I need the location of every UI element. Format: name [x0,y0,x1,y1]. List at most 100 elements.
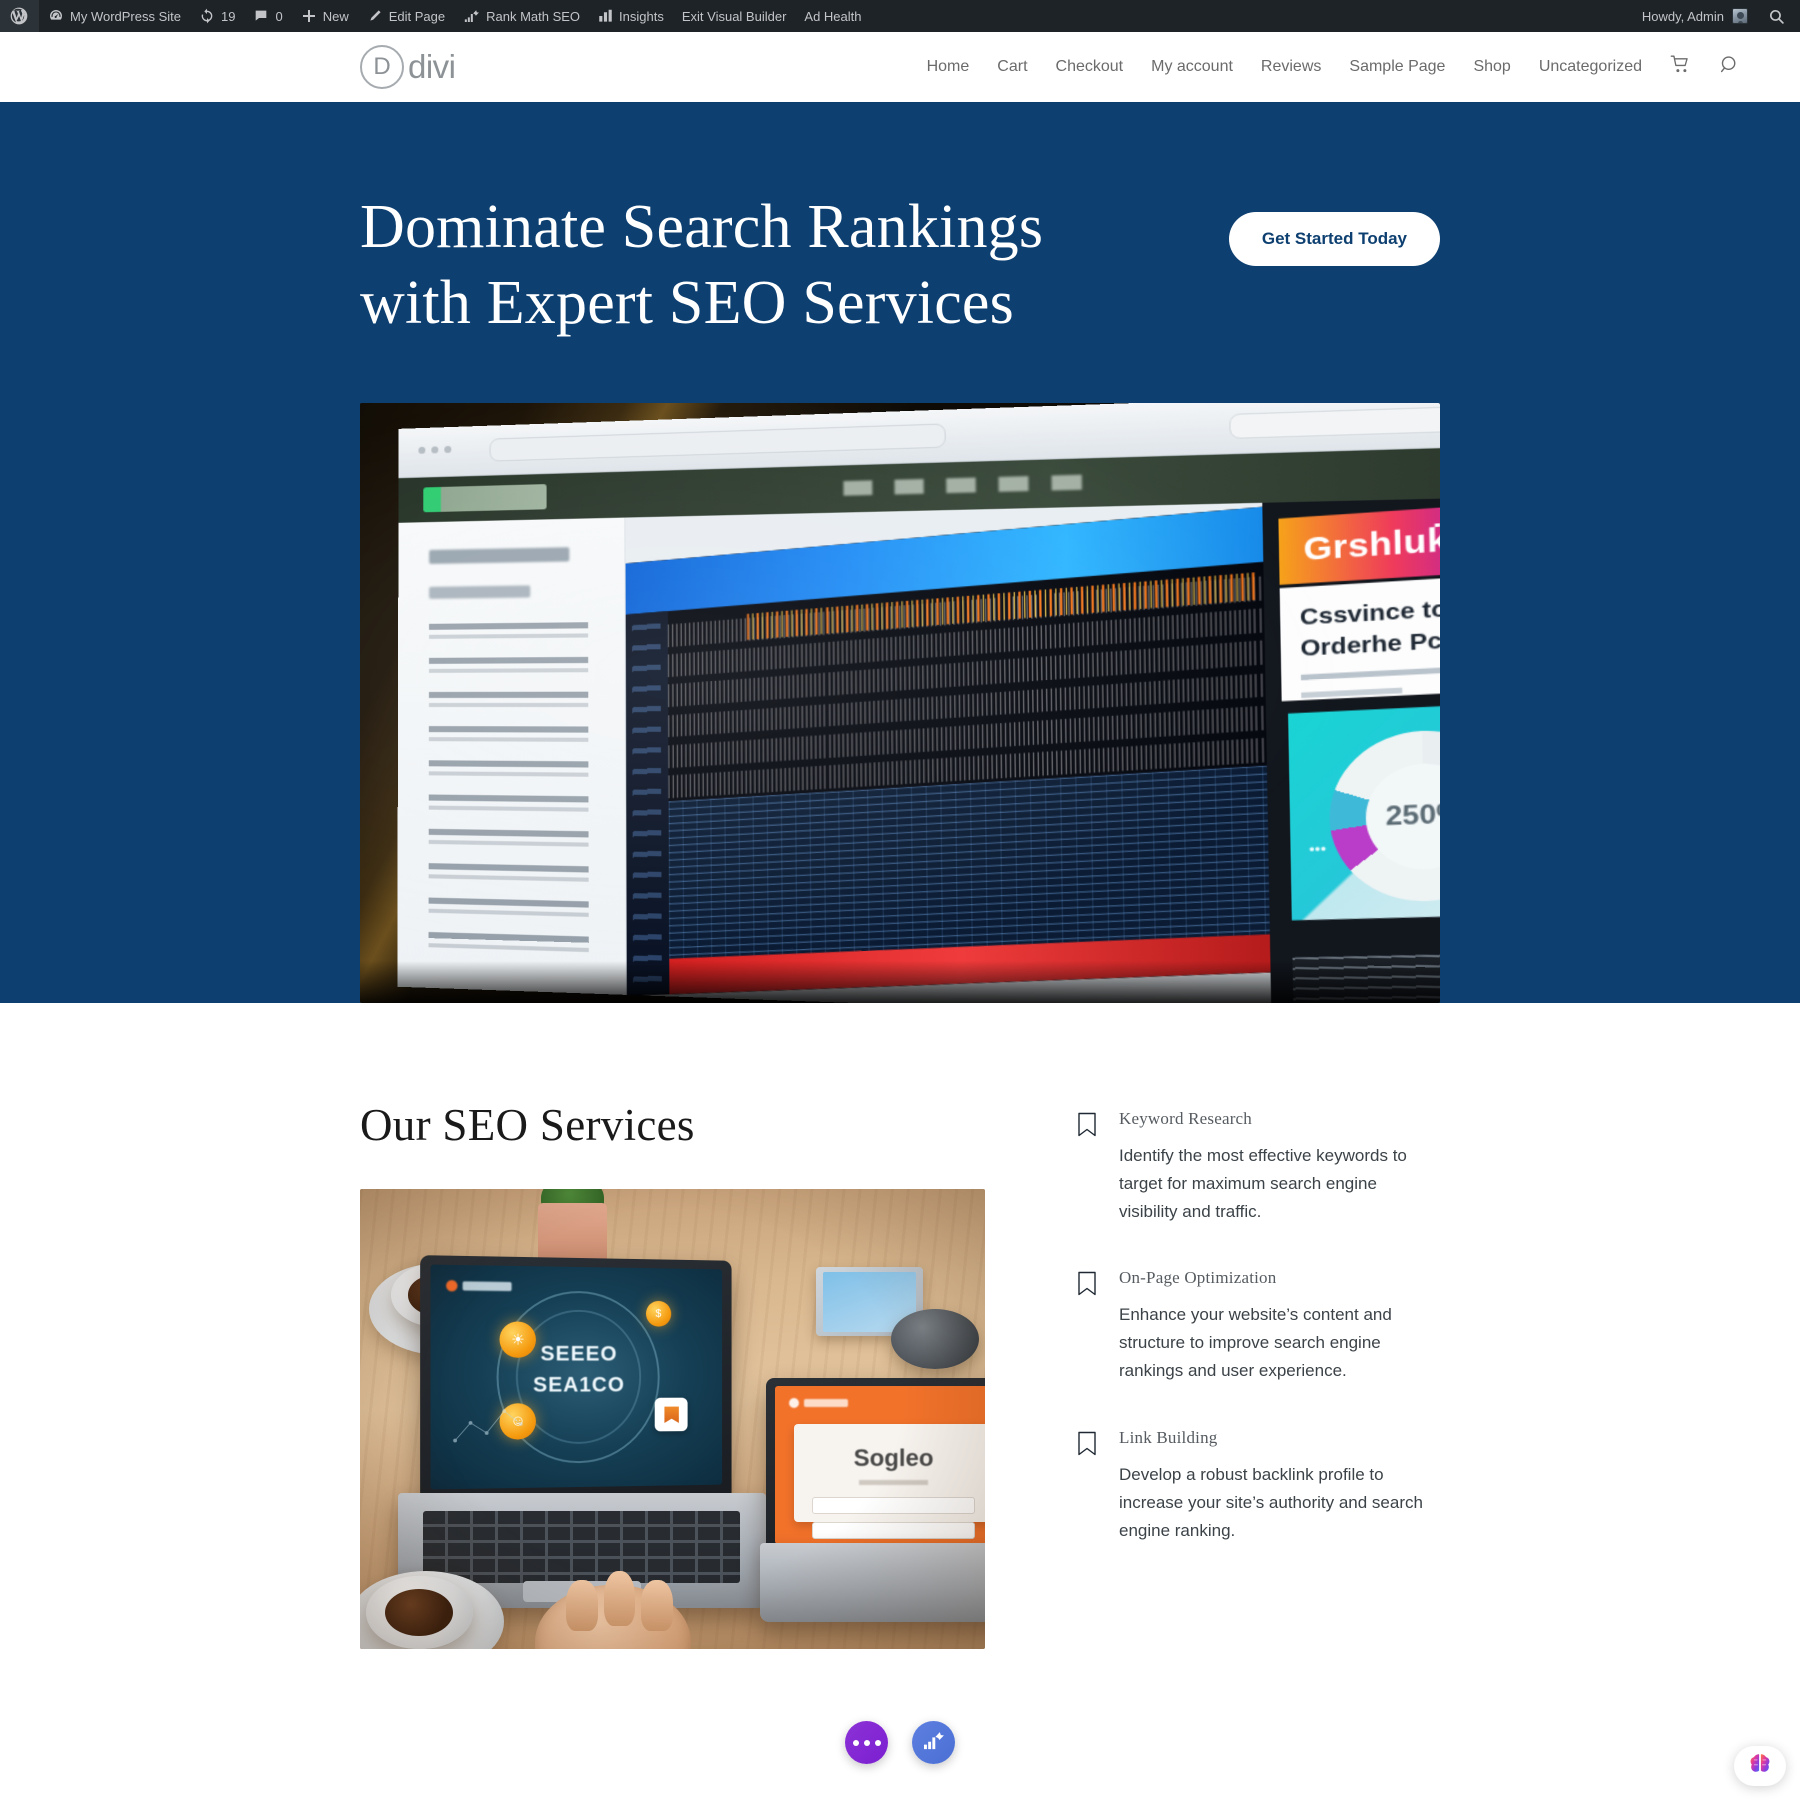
laptop-secondary-base [760,1543,985,1621]
coffee-mug-front [366,1576,472,1650]
floating-action-buttons [845,1721,955,1764]
feature-item-keyword-research: Keyword Research Identify the most effec… [1077,1109,1437,1226]
user-finger-2 [604,1571,635,1626]
admin-bar-ad-health[interactable]: Ad Health [795,0,870,32]
bookmark-icon [1077,1428,1119,1545]
ai-assistant-widget[interactable] [1734,1746,1786,1786]
services-title: Our SEO Services [360,1099,985,1151]
ellipsis-icon [853,1740,881,1746]
admin-bar-site-name[interactable]: My WordPress Site [39,0,190,32]
nav-item-sample-page[interactable]: Sample Page [1335,58,1459,76]
browser-dots-icon [418,446,451,454]
dark-mug [891,1309,979,1369]
screen-bookmark-tile-icon [655,1398,688,1432]
brain-icon [1747,1751,1773,1782]
feature-title: On-Page Optimization [1119,1268,1437,1288]
logo-dot-icon [789,1398,799,1408]
secondary-screen-logo [789,1398,848,1408]
wordpress-icon [9,6,29,26]
nav-item-cart[interactable]: Cart [983,58,1041,76]
secondary-screen-input-2 [812,1522,974,1539]
right-panel-gradient-banner: Grshluk̇hotlirnne [1279,500,1440,585]
right-panel-banner-text: Grshluk̇hotlirnne [1279,511,1440,571]
nav-item-uncategorized[interactable]: Uncategorized [1525,58,1656,76]
coffee-liquid [385,1589,453,1636]
hero-image: Grshluk̇hotlirnne Cssvince toon1 frnniiv… [360,403,1440,1003]
laptop-secondary-screen: Sogleo [775,1386,985,1544]
bookmark-icon [1077,1268,1119,1385]
nav-item-reviews[interactable]: Reviews [1247,58,1335,76]
logo-dot-icon [445,1281,456,1292]
nav-item-my-account[interactable]: My account [1137,58,1247,76]
laptop-primary-screen: ☀ $ ☺ SEEEO SEA1CO [430,1265,721,1490]
sidebar-title-bar [429,547,569,565]
admin-bar-my-account[interactable]: Howdy, Admin [1633,0,1757,32]
divi-logo-mark: D [360,45,404,89]
laptop-screen-logo [445,1281,511,1293]
hero-image-chart-panel [626,506,1277,995]
divi-builder-menu-button[interactable] [845,1721,888,1764]
white-card-thin-line-1 [1301,667,1440,681]
laptop-primary-lid: ☀ $ ☺ SEEEO SEA1CO [420,1255,731,1500]
nav-item-shop[interactable]: Shop [1459,58,1524,76]
browser-url-bar [490,423,946,462]
cart-button[interactable] [1656,54,1705,80]
update-icon [199,8,215,24]
site-header: D divi Home Cart Checkout My account Rev… [0,32,1800,102]
nav-item-home[interactable]: Home [913,58,984,76]
admin-bar-comments[interactable]: 0 [244,0,291,32]
feature-item-on-page-optimization: On-Page Optimization Enhance your websit… [1077,1268,1437,1385]
admin-bar-exit-visual-builder[interactable]: Exit Visual Builder [673,0,796,32]
secondary-screen-subtitle-bar [859,1480,927,1485]
main-navigation: Home Cart Checkout My account Reviews Sa… [913,54,1800,80]
site-logo[interactable]: D divi [360,45,456,89]
bar-chart-icon [598,8,613,24]
admin-bar-edit-page-label: Edit Page [389,9,445,24]
feature-description: Identify the most effective keywords to … [1119,1142,1437,1226]
white-card-thin-line-2 [1302,688,1403,699]
admin-bar-rank-math-label: Rank Math SEO [486,9,580,24]
logo-wordmark [462,1282,511,1292]
services-container: Our SEO Services [360,1099,1440,1649]
plus-icon [301,8,317,24]
search-icon [1719,54,1740,80]
admin-bar-new-content[interactable]: New [292,0,358,32]
admin-bar-insights[interactable]: Insights [589,0,673,32]
rank-math-floating-button[interactable] [912,1721,955,1764]
nav-item-checkout[interactable]: Checkout [1042,58,1138,76]
admin-bar-comments-count: 0 [275,9,282,24]
search-icon [1768,8,1785,25]
shopping-cart-icon [1670,54,1691,80]
screen-network-graphic [442,1395,532,1454]
hero-image-sidebar [397,518,627,995]
admin-bar-rank-math[interactable]: Rank Math SEO [454,0,589,32]
secondary-screen-login-card: Sogleo [794,1424,985,1522]
feature-text-block: Keyword Research Identify the most effec… [1119,1109,1437,1226]
laptop-screen-text-line-2: SEA1CO [533,1371,625,1402]
logo-wordmark [804,1399,848,1407]
admin-bar-ad-health-label: Ad Health [804,9,861,24]
admin-bar-updates[interactable]: 19 [190,0,244,32]
admin-bar-insights-label: Insights [619,9,664,24]
services-feature-list: Keyword Research Identify the most effec… [1077,1099,1437,1544]
feature-description: Enhance your website’s content and struc… [1119,1301,1437,1385]
hero-image-screen: Grshluk̇hotlirnne Cssvince toon1 frnniiv… [397,403,1440,1003]
admin-bar-wordpress-logo[interactable] [0,0,39,32]
divi-logo-text: divi [408,48,456,86]
laptop-screen-text: SEEEO SEA1CO [533,1340,625,1401]
admin-bar-edit-page[interactable]: Edit Page [358,0,454,32]
header-search-button[interactable] [1705,54,1800,80]
admin-bar-search-button[interactable] [1757,0,1796,32]
screen-badge-coin-icon: $ [645,1301,670,1327]
pencil-icon [367,8,383,24]
admin-bar-howdy-label: Howdy, Admin [1642,9,1724,24]
secondary-screen-input-1 [812,1497,974,1514]
app-menu-bits [844,475,1098,496]
app-brand-chip [423,484,546,512]
right-panel-dark-strip [1292,952,1440,1003]
chart-panel-rail [626,611,669,995]
bookmark-icon [1077,1109,1119,1226]
get-started-button[interactable]: Get Started Today [1229,212,1440,266]
feature-text-block: On-Page Optimization Enhance your websit… [1119,1268,1437,1385]
hero-container: Dominate Search Rankings with Expert SEO… [360,160,1440,1003]
